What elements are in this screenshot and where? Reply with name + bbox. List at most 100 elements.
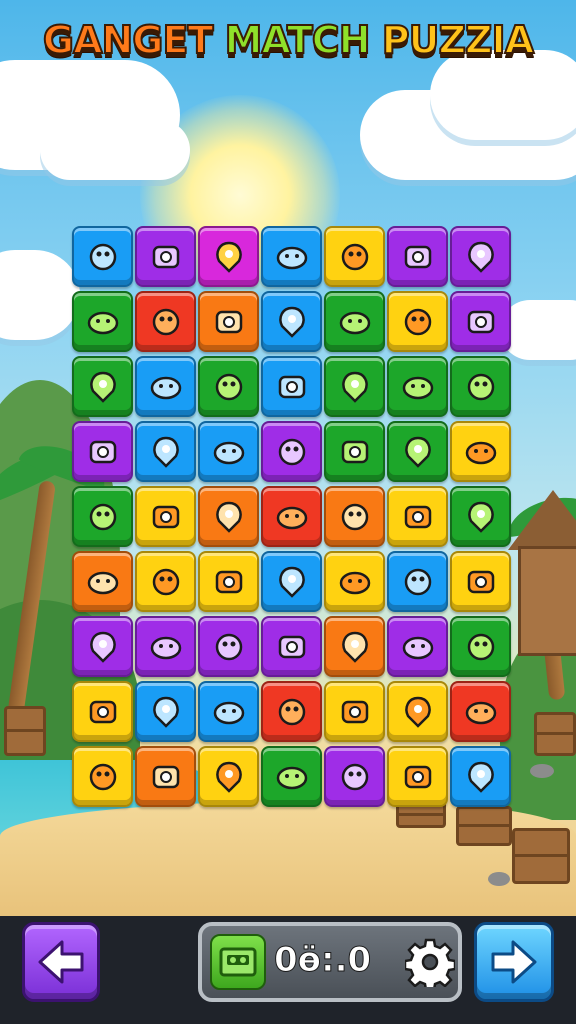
speaker-icon bbox=[278, 306, 305, 338]
grid-tile[interactable] bbox=[387, 356, 448, 417]
grid-tile[interactable] bbox=[387, 681, 448, 742]
robot-arm-icon bbox=[215, 633, 242, 660]
grid-tile[interactable] bbox=[198, 421, 259, 482]
grid-tile[interactable] bbox=[387, 421, 448, 482]
grid-tile[interactable] bbox=[135, 356, 196, 417]
grid-tile[interactable] bbox=[324, 681, 385, 742]
grid-tile[interactable] bbox=[387, 486, 448, 547]
grid-tile[interactable] bbox=[72, 746, 133, 807]
speech-bubble-icon bbox=[278, 698, 305, 725]
score-display: 0ӫ:.0 bbox=[273, 940, 372, 981]
grid-tile[interactable] bbox=[198, 681, 259, 742]
title-word-1: GANGET bbox=[42, 17, 214, 63]
grid-tile[interactable] bbox=[135, 616, 196, 677]
rock bbox=[530, 764, 554, 778]
battery-icon bbox=[341, 503, 368, 530]
grid-tile[interactable] bbox=[387, 551, 448, 612]
settings-button[interactable] bbox=[402, 934, 458, 990]
robot-face-icon bbox=[467, 241, 494, 273]
grid-tile[interactable] bbox=[387, 291, 448, 352]
grid-tile[interactable] bbox=[135, 551, 196, 612]
giraffe-icon bbox=[213, 441, 244, 464]
grid-tile[interactable] bbox=[450, 551, 511, 612]
grid-tile[interactable] bbox=[450, 486, 511, 547]
grid-tile[interactable] bbox=[324, 486, 385, 547]
grid-tile[interactable] bbox=[261, 551, 322, 612]
grid-tile[interactable] bbox=[450, 681, 511, 742]
bucket-icon bbox=[89, 700, 116, 723]
printer-icon bbox=[87, 311, 118, 334]
grid-tile[interactable] bbox=[72, 291, 133, 352]
grid-tile[interactable] bbox=[72, 616, 133, 677]
grid-tile[interactable] bbox=[450, 421, 511, 482]
speech-bubble-icon bbox=[341, 700, 368, 723]
grid-tile[interactable] bbox=[324, 746, 385, 807]
balloon-icon bbox=[152, 696, 179, 728]
crate bbox=[4, 706, 46, 756]
cheese-icon bbox=[467, 633, 494, 660]
grid-tile[interactable] bbox=[72, 486, 133, 547]
grid-tile[interactable] bbox=[261, 226, 322, 287]
leaf-icon bbox=[215, 310, 242, 333]
grid-tile[interactable] bbox=[198, 746, 259, 807]
puzzle-board bbox=[72, 226, 511, 812]
grid-tile[interactable] bbox=[387, 746, 448, 807]
grid-tile[interactable] bbox=[450, 291, 511, 352]
lollipop-icon bbox=[404, 568, 431, 595]
arrow-right-icon bbox=[491, 940, 537, 984]
grid-tile[interactable] bbox=[261, 291, 322, 352]
grid-tile[interactable] bbox=[324, 291, 385, 352]
grid-tile[interactable] bbox=[135, 681, 196, 742]
grid-tile[interactable] bbox=[198, 486, 259, 547]
grape-icon bbox=[404, 436, 431, 468]
grid-tile[interactable] bbox=[135, 421, 196, 482]
grid-tile[interactable] bbox=[450, 226, 511, 287]
grid-tile[interactable] bbox=[324, 226, 385, 287]
grid-tile[interactable] bbox=[72, 681, 133, 742]
grid-tile[interactable] bbox=[324, 616, 385, 677]
grid-tile[interactable] bbox=[261, 421, 322, 482]
grid-tile[interactable] bbox=[324, 356, 385, 417]
crate bbox=[456, 806, 512, 846]
grid-tile[interactable] bbox=[261, 681, 322, 742]
next-button[interactable] bbox=[474, 922, 554, 1002]
grid-tile[interactable] bbox=[72, 226, 133, 287]
grid-tile[interactable] bbox=[198, 551, 259, 612]
cloud-icon bbox=[341, 440, 368, 463]
grid-tile[interactable] bbox=[450, 356, 511, 417]
grid-tile[interactable] bbox=[198, 226, 259, 287]
grid-tile[interactable] bbox=[135, 291, 196, 352]
grid-tile[interactable] bbox=[387, 226, 448, 287]
grid-tile[interactable] bbox=[261, 616, 322, 677]
heart-icon bbox=[213, 701, 244, 724]
title-word-3: PUZZIA bbox=[381, 17, 535, 63]
grid-tile[interactable] bbox=[72, 421, 133, 482]
grid-tile[interactable] bbox=[261, 486, 322, 547]
grid-tile[interactable] bbox=[135, 486, 196, 547]
grid-tile[interactable] bbox=[324, 551, 385, 612]
potato-icon bbox=[276, 506, 307, 529]
speech-icon bbox=[341, 371, 368, 403]
cloud bbox=[500, 300, 576, 360]
grid-tile[interactable] bbox=[450, 746, 511, 807]
beetle-icon bbox=[150, 636, 181, 659]
grid-tile[interactable] bbox=[135, 746, 196, 807]
grid-tile[interactable] bbox=[198, 616, 259, 677]
grid-tile[interactable] bbox=[387, 616, 448, 677]
creature-icon bbox=[215, 241, 242, 273]
grid-tile[interactable] bbox=[261, 356, 322, 417]
grid-tile[interactable] bbox=[72, 551, 133, 612]
grid-tile[interactable] bbox=[261, 746, 322, 807]
grid-tile[interactable] bbox=[450, 616, 511, 677]
grid-tile[interactable] bbox=[198, 356, 259, 417]
back-button[interactable] bbox=[22, 922, 100, 1002]
macaron-icon bbox=[467, 570, 494, 593]
wand-icon bbox=[278, 438, 305, 465]
grid-tile[interactable] bbox=[324, 421, 385, 482]
grid-tile[interactable] bbox=[198, 291, 259, 352]
dolphin-icon bbox=[89, 243, 116, 270]
grid-tile[interactable] bbox=[135, 226, 196, 287]
letter-b-icon bbox=[89, 371, 116, 403]
crate bbox=[512, 828, 570, 884]
grid-tile[interactable] bbox=[72, 356, 133, 417]
